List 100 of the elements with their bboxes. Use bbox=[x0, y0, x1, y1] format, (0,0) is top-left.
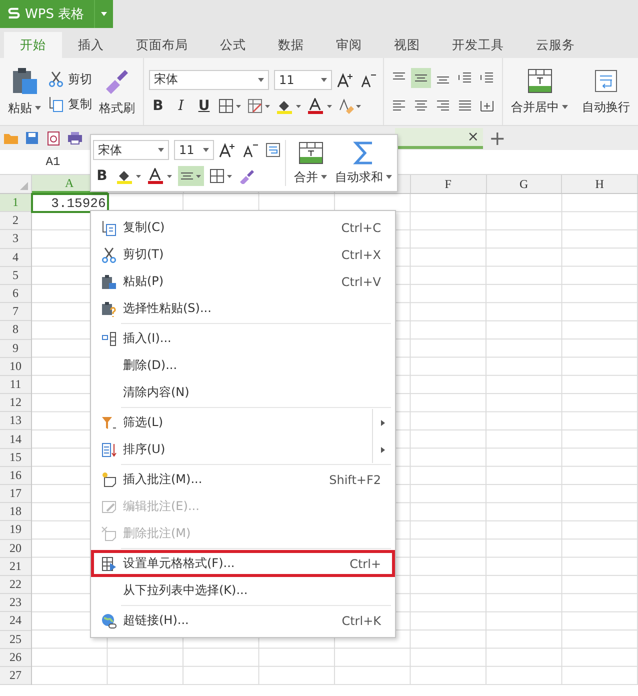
row-header[interactable]: 19 bbox=[0, 521, 31, 540]
copy-button[interactable]: 复制 bbox=[48, 96, 92, 112]
borders-icon[interactable] bbox=[209, 168, 233, 184]
align-icon bbox=[480, 72, 494, 84]
ribbon-tab[interactable]: 审阅 bbox=[320, 32, 378, 58]
cell-style-icon[interactable] bbox=[247, 98, 271, 114]
format-painter-button[interactable]: 格式刷 bbox=[96, 64, 138, 118]
row-header[interactable]: 16 bbox=[0, 466, 31, 485]
font-size-select[interactable]: 11 bbox=[174, 140, 214, 160]
name-box[interactable]: A1 bbox=[20, 155, 86, 169]
wrap-text-button[interactable]: 自动换行 bbox=[579, 66, 633, 118]
app-dropdown-button[interactable] bbox=[94, 0, 113, 28]
menu-item[interactable]: 设置单元格格式(F)... Ctrl+ bbox=[91, 550, 395, 577]
row-header[interactable]: 7 bbox=[0, 303, 31, 322]
caret-icon bbox=[321, 175, 327, 179]
menu-item[interactable]: 插入批注(M)... Shift+F2 bbox=[91, 466, 395, 493]
font-select[interactable]: 宋体 bbox=[93, 140, 169, 160]
row-header[interactable]: 12 bbox=[0, 394, 31, 412]
merge-cells-icon bbox=[526, 68, 552, 94]
row-header[interactable]: 17 bbox=[0, 485, 31, 504]
column-header[interactable]: H bbox=[562, 175, 638, 193]
row-header[interactable]: 9 bbox=[0, 340, 31, 358]
caret-icon bbox=[101, 12, 107, 16]
increase-font-icon[interactable] bbox=[219, 142, 237, 158]
decrease-font-icon[interactable] bbox=[242, 142, 260, 158]
decrease-font-icon[interactable] bbox=[360, 72, 378, 88]
column-header[interactable]: G bbox=[486, 175, 562, 193]
menu-item[interactable]: 筛选(L) bbox=[91, 409, 395, 436]
menu-item[interactable]: 粘贴(P) Ctrl+V bbox=[91, 268, 395, 295]
row-header[interactable]: 26 bbox=[0, 648, 31, 667]
ribbon-tab[interactable]: 插入 bbox=[62, 32, 120, 58]
menu-item[interactable]: 超链接(H)... Ctrl+K bbox=[91, 607, 395, 634]
menu-item[interactable]: 选择性粘贴(S)... bbox=[91, 295, 395, 322]
font-size-select[interactable]: 11 bbox=[274, 70, 332, 90]
row-header[interactable]: 11 bbox=[0, 376, 31, 394]
autosum-button[interactable]: 自动求和 bbox=[335, 140, 392, 186]
menu-item[interactable]: 删除(D)... bbox=[91, 352, 395, 379]
increase-font-icon[interactable] bbox=[337, 72, 355, 88]
ribbon-tab[interactable]: 公式 bbox=[204, 32, 262, 58]
row-header[interactable]: 15 bbox=[0, 448, 31, 467]
paste-button[interactable]: 粘贴 bbox=[5, 64, 44, 118]
bold-button[interactable]: B bbox=[149, 98, 167, 114]
ribbon-tab[interactable]: 数据 bbox=[262, 32, 320, 58]
ribbon-tab[interactable]: 视图 bbox=[378, 32, 436, 58]
close-tab-button[interactable]: × bbox=[467, 128, 479, 144]
menu-item[interactable]: 排序(U) bbox=[91, 436, 395, 463]
row-header[interactable]: 27 bbox=[0, 666, 31, 686]
menu-item[interactable]: 清除内容(N) bbox=[91, 379, 395, 406]
row-header[interactable]: 22 bbox=[0, 576, 31, 594]
export-pdf-icon[interactable] bbox=[45, 130, 61, 146]
edit-comment-icon bbox=[101, 498, 117, 514]
ribbon-tab[interactable]: 开始 bbox=[4, 32, 62, 58]
align-button[interactable] bbox=[411, 68, 431, 88]
document-tab[interactable]: × bbox=[395, 128, 483, 148]
row-header[interactable]: 14 bbox=[0, 430, 31, 449]
row-header[interactable]: 5 bbox=[0, 266, 31, 285]
row-header[interactable]: 2 bbox=[0, 212, 31, 230]
row-header[interactable]: 21 bbox=[0, 558, 31, 576]
row-header[interactable]: 10 bbox=[0, 358, 31, 376]
align-button[interactable] bbox=[178, 166, 204, 186]
fill-color-icon[interactable] bbox=[116, 168, 142, 184]
clear-format-icon[interactable] bbox=[338, 98, 362, 114]
row-header[interactable]: 25 bbox=[0, 630, 31, 649]
borders-icon[interactable] bbox=[218, 98, 242, 114]
font-color-icon[interactable] bbox=[147, 168, 173, 184]
italic-button[interactable]: I bbox=[172, 98, 190, 114]
row-header[interactable]: 18 bbox=[0, 503, 31, 522]
brush-icon[interactable] bbox=[238, 168, 256, 184]
caret-icon bbox=[158, 148, 164, 152]
column-header[interactable]: F bbox=[410, 175, 486, 193]
new-tab-button[interactable]: + bbox=[489, 128, 506, 148]
row-header[interactable]: 23 bbox=[0, 594, 31, 612]
cut-button[interactable]: 剪切 bbox=[48, 70, 92, 88]
row-header[interactable]: 6 bbox=[0, 284, 31, 304]
insert-cells-icon bbox=[101, 330, 117, 346]
merge-button[interactable]: 合并 bbox=[294, 140, 327, 186]
format-cells-icon bbox=[101, 556, 117, 572]
font-color-icon[interactable] bbox=[307, 98, 333, 114]
row-header[interactable]: 24 bbox=[0, 612, 31, 630]
row-header[interactable]: 4 bbox=[0, 248, 31, 267]
menu-item[interactable]: 从下拉列表中选择(K)... bbox=[91, 577, 395, 604]
wrap-text-icon[interactable] bbox=[265, 142, 281, 158]
menu-item[interactable]: 插入(I)... bbox=[91, 325, 395, 352]
row-header[interactable]: 3 bbox=[0, 230, 31, 249]
ribbon-tab[interactable]: 页面布局 bbox=[120, 32, 204, 58]
row-header[interactable]: 8 bbox=[0, 321, 31, 340]
print-icon[interactable] bbox=[67, 131, 83, 145]
menu-item[interactable]: 剪切(T) Ctrl+X bbox=[91, 241, 395, 268]
save-icon[interactable] bbox=[25, 131, 39, 145]
row-header[interactable]: 13 bbox=[0, 412, 31, 430]
logo-icon bbox=[8, 7, 20, 21]
ribbon-tab[interactable]: 开发工具 bbox=[436, 32, 520, 58]
ribbon-tab[interactable]: 云服务 bbox=[520, 32, 591, 58]
menu-item[interactable]: 复制(C) Ctrl+C bbox=[91, 214, 395, 241]
scissors-icon bbox=[48, 71, 64, 87]
row-header[interactable]: 20 bbox=[0, 540, 31, 558]
underline-button[interactable]: U bbox=[195, 98, 213, 114]
align-icon bbox=[458, 100, 472, 112]
merge-center-button[interactable]: 合并居中 bbox=[508, 66, 571, 118]
font-select[interactable]: 宋体 bbox=[149, 70, 269, 90]
